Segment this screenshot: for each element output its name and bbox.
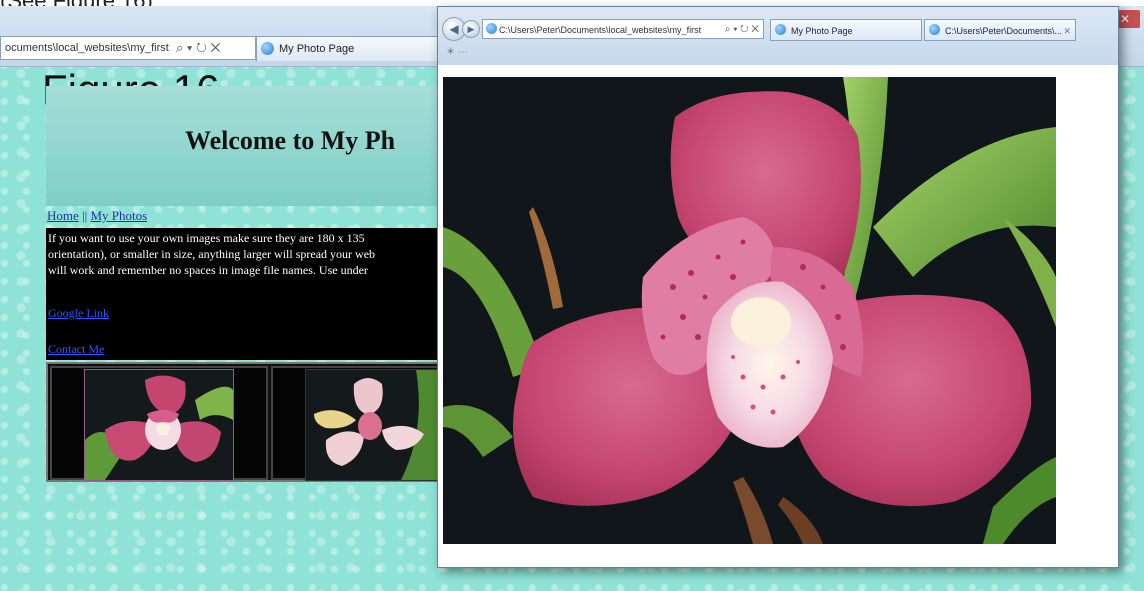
foreground-browser-window: ◀ ▶ C:\Users\Peter\Documents\local_websi… xyxy=(437,6,1119,568)
body-text: If you want to use your own images make … xyxy=(48,230,441,278)
thumbnail-image[interactable] xyxy=(84,369,234,481)
google-link[interactable]: Google Link xyxy=(48,306,109,321)
page-body: If you want to use your own images make … xyxy=(46,228,441,360)
ie-icon xyxy=(929,24,940,35)
pink-orchid-thumbnail xyxy=(85,370,233,480)
tab-label: C:\Users\Peter\Documents\... xyxy=(945,26,1063,36)
body-line: orientation), or smaller in size, anythi… xyxy=(48,247,376,261)
nav-home-link[interactable]: Home xyxy=(47,208,79,223)
thumbnail-table xyxy=(46,362,445,482)
close-tab-icon[interactable]: ✕ xyxy=(1063,20,1071,40)
orchid-illustration xyxy=(443,77,1056,544)
tab-my-photo-page[interactable]: My Photo Page xyxy=(770,19,922,41)
page-icon xyxy=(486,23,497,34)
nav-photos-link[interactable]: My Photos xyxy=(91,208,148,223)
thumbnail-cell xyxy=(271,366,445,481)
foreground-address-text: C:\Users\Peter\Documents\local_websites\… xyxy=(499,25,702,35)
tab-local-file[interactable]: C:\Users\Peter\Documents\... ✕ xyxy=(924,19,1076,41)
body-line: If you want to use your own images make … xyxy=(48,231,365,245)
thumbnail-cell xyxy=(50,366,268,481)
contact-link[interactable]: Contact Me xyxy=(48,342,104,357)
foreground-address-bar[interactable]: C:\Users\Peter\Documents\local_websites\… xyxy=(482,19,764,39)
orchid-photo xyxy=(443,77,1056,544)
foreground-browser-chrome: ◀ ▶ C:\Users\Peter\Documents\local_websi… xyxy=(438,7,1118,65)
ie-icon xyxy=(261,42,274,55)
toolbar-icons[interactable]: ✶ ∙∙∙ xyxy=(446,45,467,58)
background-address-text: ocuments\local_websites\my_first xyxy=(5,42,169,54)
tab-label: My Photo Page xyxy=(279,43,355,55)
background-address-tools[interactable]: ⌕ ▾ ↻ ✕ xyxy=(176,37,220,59)
white-orchid-thumbnail xyxy=(306,370,444,480)
foreground-address-tools[interactable]: ⌕ ▾ ↻ ✕ xyxy=(724,20,759,38)
tab-my-photo-page-background[interactable]: My Photo Page xyxy=(256,36,460,61)
tab-label: My Photo Page xyxy=(791,26,853,36)
thumbnail-image[interactable] xyxy=(305,369,445,481)
page-nav: Home || My Photos xyxy=(47,208,147,224)
body-line: will work and remember no spaces in imag… xyxy=(48,263,368,277)
nav-separator: || xyxy=(82,208,88,223)
forward-arrow-icon[interactable]: ▶ xyxy=(462,20,480,38)
ie-icon xyxy=(775,24,786,35)
page-title: Welcome to My Ph xyxy=(185,126,396,155)
background-address-bar[interactable]: ocuments\local_websites\my_first ⌕ ▾ ↻ ✕ xyxy=(0,36,256,60)
